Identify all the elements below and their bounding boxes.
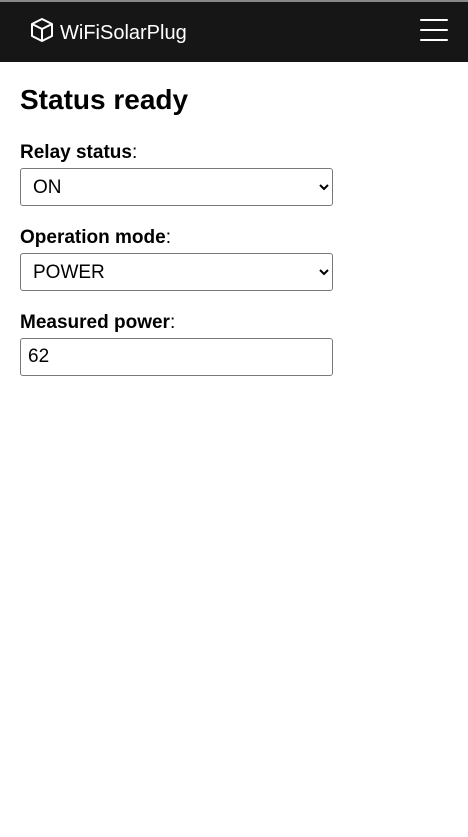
relay-status-field: Relay status: ON [20, 142, 448, 206]
page-title: Status ready [20, 84, 189, 115]
main-content: Status ready Relay status: ON Operation … [0, 62, 468, 417]
measured-power-label: Measured power: [20, 312, 176, 333]
measured-power-input[interactable] [20, 338, 333, 376]
brand-name: WiFiSolarPlug [60, 21, 187, 44]
operation-mode-select[interactable]: POWER [20, 253, 333, 291]
measured-power-field: Measured power: [20, 312, 448, 376]
relay-status-select[interactable]: ON [20, 168, 333, 206]
operation-mode-field: Operation mode: POWER [20, 227, 448, 291]
navbar: WiFiSolarPlug [0, 2, 468, 62]
operation-mode-label: Operation mode: [20, 227, 171, 248]
relay-status-label: Relay status: [20, 142, 138, 163]
brand-link[interactable]: WiFiSolarPlug [30, 16, 187, 45]
hamburger-menu-icon[interactable] [420, 19, 448, 41]
cube-icon [30, 17, 54, 43]
